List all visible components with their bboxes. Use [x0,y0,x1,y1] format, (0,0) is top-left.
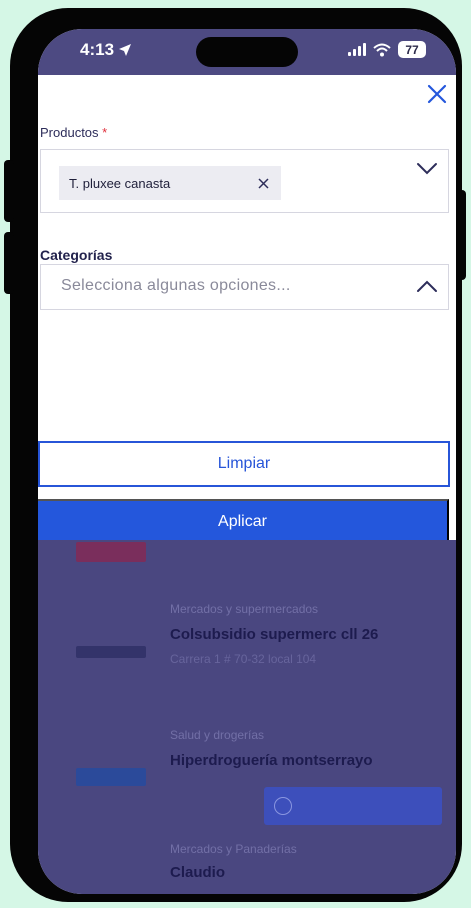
item-name: Hiperdroguería montserrayo [170,752,373,769]
volume-up-button [4,160,14,222]
cellular-signal-icon [348,43,366,56]
item-address: Carrera 1 # 70-32 local 104 [170,652,317,666]
products-label: Productos * [40,125,107,140]
store-logo [76,646,146,658]
apply-button[interactable]: Aplicar [38,499,449,544]
phone-screen: 4:13 77 Productos * T. pluxee canasta Ca… [38,29,456,894]
chip-label: T. pluxee canasta [69,175,171,191]
dimmed-background-list[interactable]: Mercados y supermercados Colsubsidio sup… [38,540,456,894]
item-category: Mercados y supermercados [170,602,319,616]
store-logo [76,768,146,786]
chip-remove-button[interactable] [257,177,269,189]
item-name: Colsubsidio supermerc cll 26 [170,626,379,643]
floating-action-button[interactable] [264,787,442,825]
selected-product-chip: T. pluxee canasta [59,166,281,200]
volume-down-button [4,232,14,294]
status-icons: 77 [348,41,426,58]
categories-placeholder: Selecciona algunas opciones... [61,277,291,294]
status-bar: 4:13 77 [38,29,456,75]
location-arrow-icon [119,44,132,56]
battery-level: 77 [405,42,419,57]
item-category: Salud y drogerías [170,728,265,742]
required-mark: * [102,125,108,140]
categories-select[interactable]: Selecciona algunas opciones... [40,264,449,310]
products-select[interactable]: T. pluxee canasta [40,149,449,213]
item-category: Mercados y Panaderías [170,842,297,856]
circle-icon [274,797,292,815]
close-icon [427,84,447,104]
categories-label: Categorías [40,247,113,263]
dynamic-island [196,37,298,67]
battery-icon: 77 [398,41,426,58]
clear-button[interactable]: Limpiar [38,441,450,487]
chevron-up-icon[interactable] [416,279,438,293]
close-button[interactable] [422,79,452,109]
status-time: 4:13 [80,40,132,60]
time-text: 4:13 [80,40,115,59]
filter-sheet: Productos * T. pluxee canasta Categorías… [38,75,456,544]
wifi-icon [373,43,391,56]
store-logo [76,542,146,562]
item-name: Claudio [170,864,225,881]
products-label-text: Productos [40,125,99,140]
chevron-down-icon[interactable] [416,162,438,176]
remove-icon [257,177,269,189]
power-button [458,190,466,280]
